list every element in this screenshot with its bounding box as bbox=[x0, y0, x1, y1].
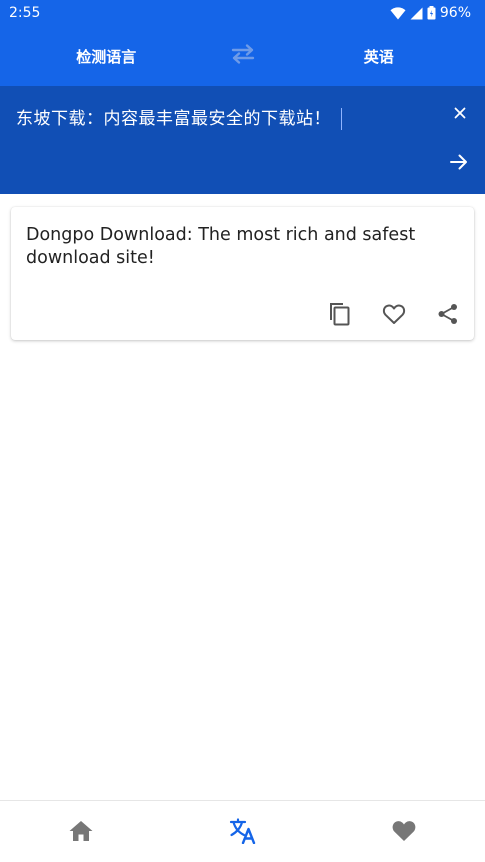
copy-icon bbox=[330, 303, 350, 326]
heart-icon bbox=[391, 819, 417, 846]
status-bar: 2:55 96% bbox=[0, 0, 485, 26]
heart-outline-icon bbox=[382, 304, 406, 324]
nav-favorites[interactable] bbox=[323, 817, 485, 846]
swap-languages-button[interactable] bbox=[213, 43, 273, 69]
source-text-value: 东坡下载：内容最丰富最安全的下载站！ bbox=[16, 109, 331, 129]
copy-button[interactable] bbox=[328, 302, 352, 326]
battery-level: 96% bbox=[439, 5, 471, 21]
translate-icon bbox=[229, 817, 257, 848]
nav-translate[interactable] bbox=[162, 816, 324, 848]
text-caret bbox=[341, 108, 342, 130]
target-language-button[interactable]: 英语 bbox=[273, 46, 485, 67]
clear-input-button[interactable] bbox=[449, 102, 471, 124]
result-actions bbox=[328, 302, 460, 326]
home-icon bbox=[68, 820, 94, 846]
status-icons: 96% bbox=[390, 5, 471, 21]
language-bar: 检测语言 英语 bbox=[0, 26, 485, 86]
favorite-button[interactable] bbox=[382, 302, 406, 326]
battery-icon bbox=[427, 6, 436, 20]
input-area[interactable]: 东坡下载：内容最丰富最安全的下载站！ bbox=[0, 86, 485, 194]
translation-result-text: Dongpo Download: The most rich and safes… bbox=[26, 225, 416, 268]
nav-home[interactable] bbox=[0, 818, 162, 846]
translate-submit-button[interactable] bbox=[447, 152, 471, 176]
share-button[interactable] bbox=[436, 302, 460, 326]
source-text-input[interactable]: 东坡下载：内容最丰富最安全的下载站！ bbox=[16, 104, 342, 130]
arrow-right-icon bbox=[449, 153, 469, 175]
swap-icon bbox=[229, 43, 257, 69]
translation-result-card: Dongpo Download: The most rich and safes… bbox=[11, 207, 474, 340]
close-icon bbox=[454, 104, 466, 123]
signal-icon bbox=[410, 7, 423, 20]
bottom-navigation bbox=[0, 800, 485, 862]
source-language-button[interactable]: 检测语言 bbox=[0, 46, 213, 67]
status-time: 2:55 bbox=[9, 5, 41, 21]
wifi-icon bbox=[390, 6, 406, 20]
share-icon bbox=[438, 304, 457, 324]
